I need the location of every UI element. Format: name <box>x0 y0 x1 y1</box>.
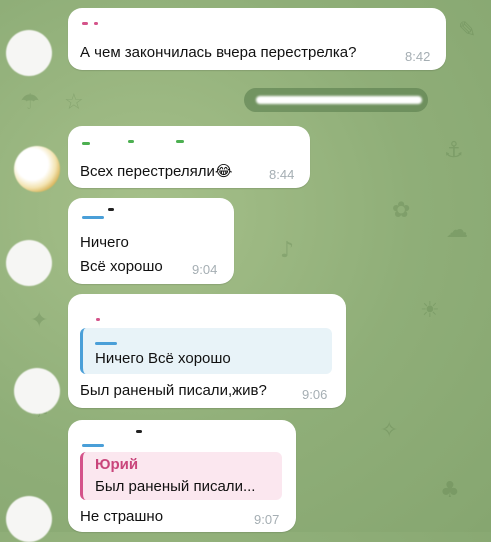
sender-name-redacted[interactable] <box>96 318 100 321</box>
background-doodle-icon: ☁ <box>446 218 468 243</box>
message-text-line: Всё хорошо <box>80 258 163 275</box>
avatar[interactable] <box>6 240 52 286</box>
sender-name-redacted[interactable] <box>176 140 184 143</box>
message-time: 9:07 <box>254 512 280 527</box>
service-message-redacted <box>256 96 422 104</box>
message-time: 9:06 <box>302 387 328 402</box>
message-time: 8:44 <box>269 167 295 182</box>
quote-author-redacted[interactable] <box>95 342 117 345</box>
background-doodle-icon: ✦ <box>30 308 49 333</box>
background-doodle-icon: ✎ <box>458 18 477 43</box>
message-bubble[interactable]: Юрий Был раненый писали... Не страшно 9:… <box>68 420 296 532</box>
message-time: 8:42 <box>405 49 431 64</box>
background-doodle-icon: ☂ <box>20 90 40 115</box>
quote-text: Ничего Всё хорошо <box>95 350 231 367</box>
sender-name-redacted[interactable] <box>82 22 88 25</box>
sender-name-redacted[interactable] <box>82 142 90 145</box>
background-doodle-icon: ⚓ <box>444 138 464 163</box>
message-text: Не страшно <box>80 508 164 525</box>
sender-name-redacted[interactable] <box>82 216 104 219</box>
avatar[interactable] <box>14 146 60 192</box>
message-text-content: Всех перестреляли <box>80 163 215 180</box>
avatar[interactable] <box>6 496 52 542</box>
sender-name-redacted[interactable] <box>82 444 104 447</box>
message-text: Был раненый писали,жив? <box>80 382 267 399</box>
message-text-line: Ничего <box>80 234 129 251</box>
message-time: 9:04 <box>192 262 218 277</box>
message-bubble[interactable]: А чем закончилась вчера перестрелка? 8:4… <box>68 8 446 70</box>
background-doodle-icon: ☆ <box>64 90 84 115</box>
sender-name-redacted[interactable] <box>94 22 98 25</box>
laughing-emoji-icon: 😂 <box>214 163 233 180</box>
background-doodle-icon: ✧ <box>380 418 399 443</box>
quote-text: Был раненый писали... <box>95 478 256 495</box>
message-text: А чем закончилась вчера перестрелка? <box>80 44 357 61</box>
avatar[interactable] <box>14 368 60 414</box>
message-bubble[interactable]: Ничего Всё хорошо Был раненый писали,жив… <box>68 294 346 408</box>
message-text: Всех перестреляли😂 <box>80 162 232 180</box>
quote-author: Юрий <box>95 456 139 473</box>
sender-name-redacted[interactable] <box>108 208 114 211</box>
background-doodle-icon: ✿ <box>392 198 411 223</box>
avatar[interactable] <box>6 30 52 76</box>
background-doodle-icon: ♪ <box>280 238 295 263</box>
reply-quote[interactable]: Ничего Всё хорошо <box>80 328 332 374</box>
message-bubble[interactable]: Всех перестреляли😂 8:44 <box>68 126 310 188</box>
message-bubble[interactable]: Ничего Всё хорошо 9:04 <box>68 198 234 284</box>
reply-quote[interactable]: Юрий Был раненый писали... <box>80 452 282 500</box>
sender-name-redacted[interactable] <box>128 140 134 143</box>
background-doodle-icon: ♣ <box>440 478 460 503</box>
background-doodle-icon: ☀ <box>420 298 440 323</box>
sender-name-redacted[interactable] <box>136 430 142 433</box>
